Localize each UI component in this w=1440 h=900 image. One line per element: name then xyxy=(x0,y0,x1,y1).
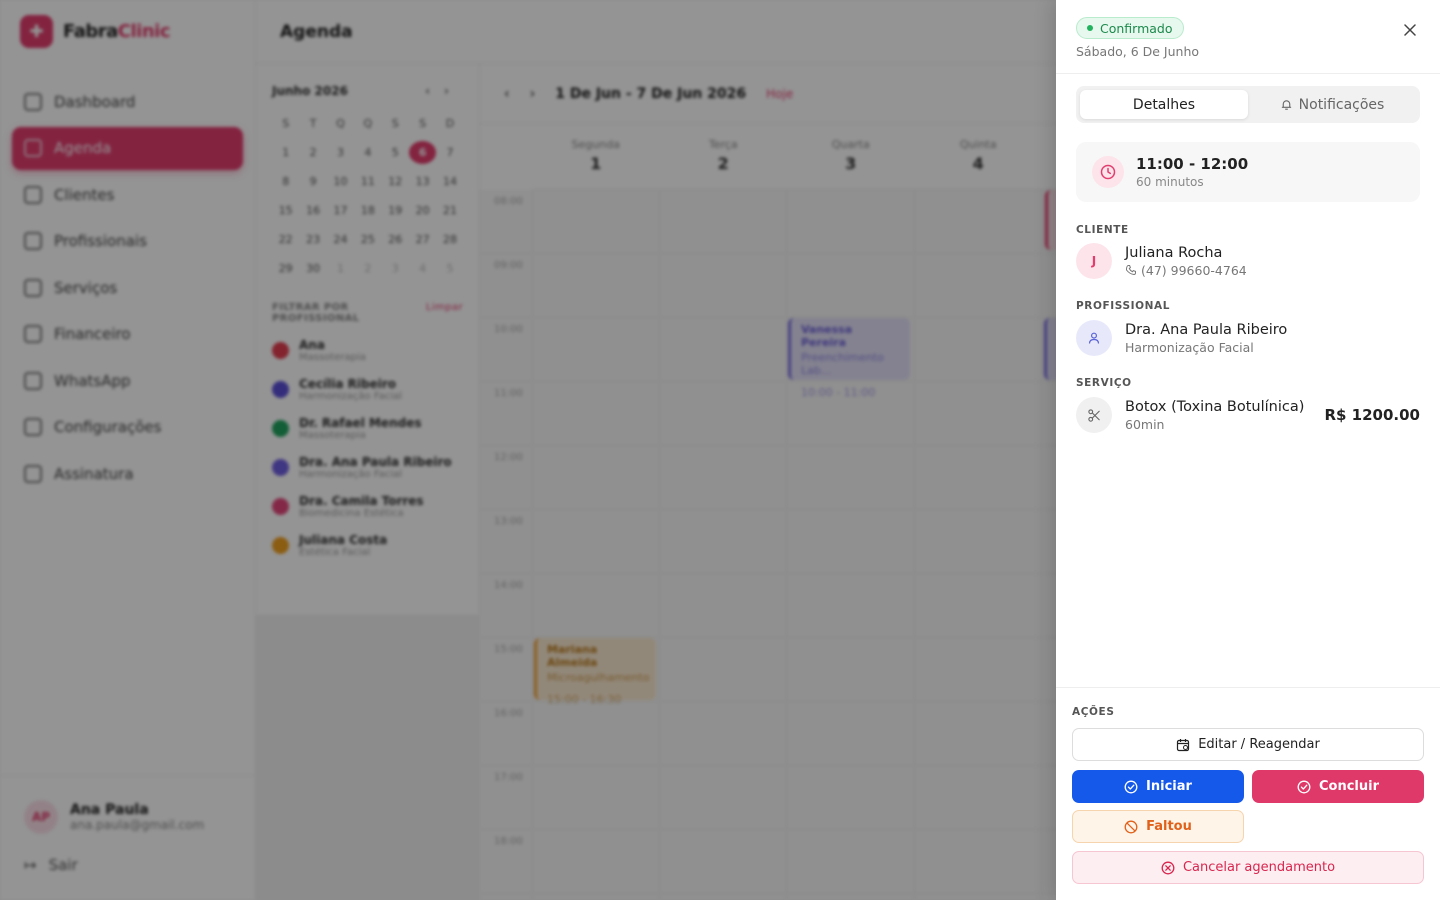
bell-icon xyxy=(1281,100,1291,110)
drawer-header: Confirmado Sábado, 6 De Junho xyxy=(1056,0,1440,74)
calendar-edit-icon xyxy=(1177,738,1190,751)
tab-details[interactable]: Detalhes xyxy=(1080,90,1248,119)
status-label: Confirmado xyxy=(1100,20,1173,36)
professional-avatar xyxy=(1076,320,1112,356)
client-name: Juliana Rocha xyxy=(1125,244,1223,261)
close-icon xyxy=(1404,24,1416,36)
button-label: Concluir xyxy=(1318,779,1379,794)
user-icon xyxy=(1088,332,1100,344)
appointment-date: Sábado, 6 De Junho xyxy=(1076,44,1200,59)
tab-label: Notificações xyxy=(1298,96,1385,113)
appointment-time-range: 11:00 - 12:00 xyxy=(1136,155,1249,173)
appointment-duration: 60 minutos xyxy=(1136,175,1204,189)
button-label: Faltou xyxy=(1146,819,1192,834)
appointment-drawer: Confirmado Sábado, 6 De Junho Detalhes N… xyxy=(1056,0,1440,900)
professional-row: Dra. Ana Paula Ribeiro Harmonização Faci… xyxy=(1076,320,1420,356)
close-button[interactable] xyxy=(1400,20,1420,40)
ban-icon xyxy=(1124,820,1138,833)
app-root: ✚ FabraClinic Dashboard Agenda Clientes … xyxy=(0,0,1440,900)
button-label: Iniciar xyxy=(1146,779,1192,794)
client-avatar: J xyxy=(1076,243,1112,279)
check-circle-icon xyxy=(1124,780,1138,793)
service-section-label: SERVIÇO xyxy=(1076,377,1132,389)
tab-label: Detalhes xyxy=(1132,96,1196,113)
x-circle-icon xyxy=(1161,861,1175,874)
professional-name: Dra. Ana Paula Ribeiro xyxy=(1125,321,1288,338)
professional-section-label: PROFISSIONAL xyxy=(1076,300,1171,312)
service-icon-wrap xyxy=(1076,397,1112,433)
button-label: Cancelar agendamento xyxy=(1182,860,1336,875)
clock-icon xyxy=(1100,164,1116,180)
edit-reschedule-button[interactable]: Editar / Reagendar xyxy=(1072,728,1424,761)
button-label: Editar / Reagendar xyxy=(1198,737,1320,752)
client-phone: (47) 99660-4764 xyxy=(1141,262,1247,278)
tab-notifications[interactable]: Notificações xyxy=(1248,90,1416,119)
service-name: Botox (Toxina Botulínica) xyxy=(1125,398,1305,415)
service-row: Botox (Toxina Botulínica) 60min R$ 1200.… xyxy=(1076,397,1420,433)
time-card: 11:00 - 12:00 60 minutos xyxy=(1076,142,1420,202)
status-dot-icon xyxy=(1087,25,1093,31)
client-row: J Juliana Rocha (47) 99660-4764 xyxy=(1076,243,1420,279)
service-duration: 60min xyxy=(1125,416,1165,432)
actions-label: AÇÕES xyxy=(1072,706,1115,718)
professional-specialty: Harmonização Facial xyxy=(1125,339,1254,355)
clock-icon-wrap xyxy=(1092,156,1124,188)
actions-section: AÇÕES Editar / Reagendar Iniciar Conclui… xyxy=(1056,687,1440,900)
client-section-label: CLIENTE xyxy=(1076,224,1129,236)
status-badge: Confirmado xyxy=(1076,17,1184,39)
cancel-appointment-button[interactable]: Cancelar agendamento xyxy=(1072,851,1424,884)
start-button[interactable]: Iniciar xyxy=(1072,770,1244,803)
scissors-icon xyxy=(1087,408,1100,422)
service-price: R$ 1200.00 xyxy=(1324,406,1420,424)
finish-button[interactable]: Concluir xyxy=(1252,770,1424,803)
drawer-tabs: Detalhes Notificações xyxy=(1076,86,1420,123)
client-phone-row: (47) 99660-4764 xyxy=(1125,263,1247,278)
modal-overlay[interactable] xyxy=(0,0,1056,900)
phone-icon xyxy=(1125,265,1136,276)
check-circle-icon xyxy=(1297,780,1311,793)
no-show-button[interactable]: Faltou xyxy=(1072,810,1244,843)
